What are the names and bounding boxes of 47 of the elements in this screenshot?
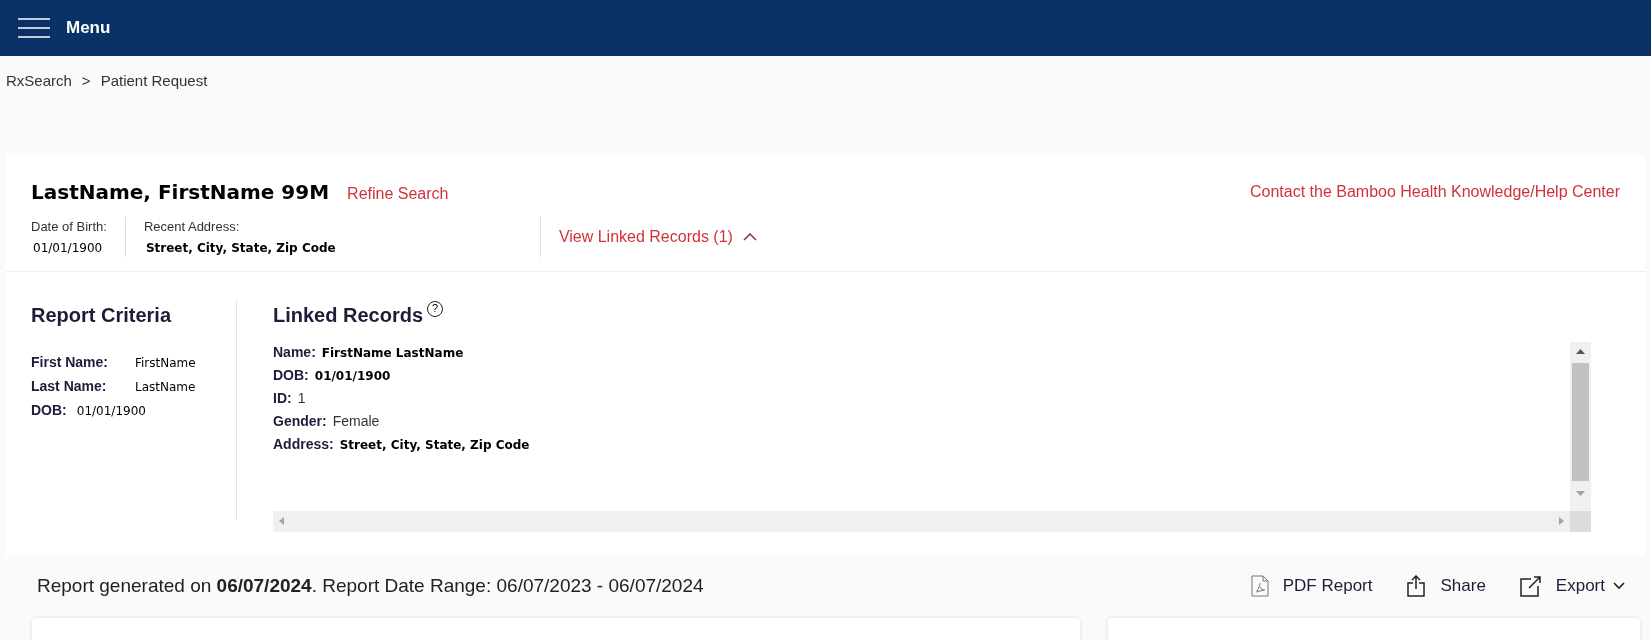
breadcrumb-link[interactable]: RxSearch <box>6 70 72 93</box>
field-label: DOB: <box>31 400 67 420</box>
view-linked-records-toggle[interactable]: View Linked Records (1) <box>539 216 757 257</box>
menu-label[interactable]: Menu <box>66 15 111 41</box>
horizontal-scrollbar[interactable] <box>273 510 1570 532</box>
vertical-scrollbar[interactable] <box>1570 341 1591 532</box>
field-label: DOB: <box>273 365 309 385</box>
scrollbar-thumb[interactable] <box>1572 362 1589 481</box>
field-label: Address: <box>273 434 334 454</box>
breadcrumb-separator: > <box>81 71 91 91</box>
field-label: Gender: <box>273 411 327 431</box>
field-label: Date of Birth: <box>31 217 107 236</box>
field-label: Recent Address: <box>143 217 241 236</box>
field-value: 1 <box>297 388 306 408</box>
field-label: Name: <box>273 342 316 362</box>
field-label: ID: <box>273 388 292 408</box>
breadcrumb-current: Patient Request <box>100 71 208 91</box>
chevron-down-icon <box>1613 581 1625 590</box>
field-value: Street, City, State, Zip Code <box>144 239 337 257</box>
export-button[interactable]: Export <box>1519 573 1625 599</box>
field-value: LastName <box>135 378 196 396</box>
field-value: FirstName <box>135 354 196 372</box>
field-value: 01/01/1900 <box>76 402 146 420</box>
share-icon <box>1406 574 1427 597</box>
scrollbar-corner <box>1570 510 1591 532</box>
field-value: Female <box>332 411 380 431</box>
scroll-left-icon[interactable] <box>279 517 284 525</box>
field-label: First Name: <box>31 352 110 372</box>
field-label: Last Name: <box>31 376 108 396</box>
report-summary: Report generated on 06/07/2024. Report Date Range: 06/07/2023 - 06/07/2024 <box>37 573 704 598</box>
field-value: FirstName LastName <box>321 344 464 362</box>
export-icon <box>1519 574 1542 597</box>
refine-search-link[interactable]: Refine Search <box>347 181 449 206</box>
pdf-file-icon <box>1250 574 1269 597</box>
scroll-down-icon[interactable] <box>1576 490 1585 496</box>
pdf-button[interactable]: PDF Report <box>1250 573 1373 599</box>
scroll-right-icon[interactable] <box>1559 517 1564 525</box>
section-title: Report Criteria <box>31 302 173 328</box>
section-title: Linked Records <box>273 302 424 328</box>
share-button[interactable]: Share <box>1406 573 1486 599</box>
field-value: 01/01/1900 <box>314 367 391 385</box>
menu-icon[interactable] <box>18 18 50 38</box>
scroll-up-icon[interactable] <box>1576 348 1585 354</box>
field-value: 01/01/1900 <box>32 239 104 257</box>
patient-name: LastName, FirstName 99M <box>31 178 330 206</box>
help-center-link[interactable]: Contact the Bamboo Health Knowledge/Help Center <box>1250 179 1620 204</box>
field-value: Street, City, State, Zip Code <box>339 436 530 454</box>
